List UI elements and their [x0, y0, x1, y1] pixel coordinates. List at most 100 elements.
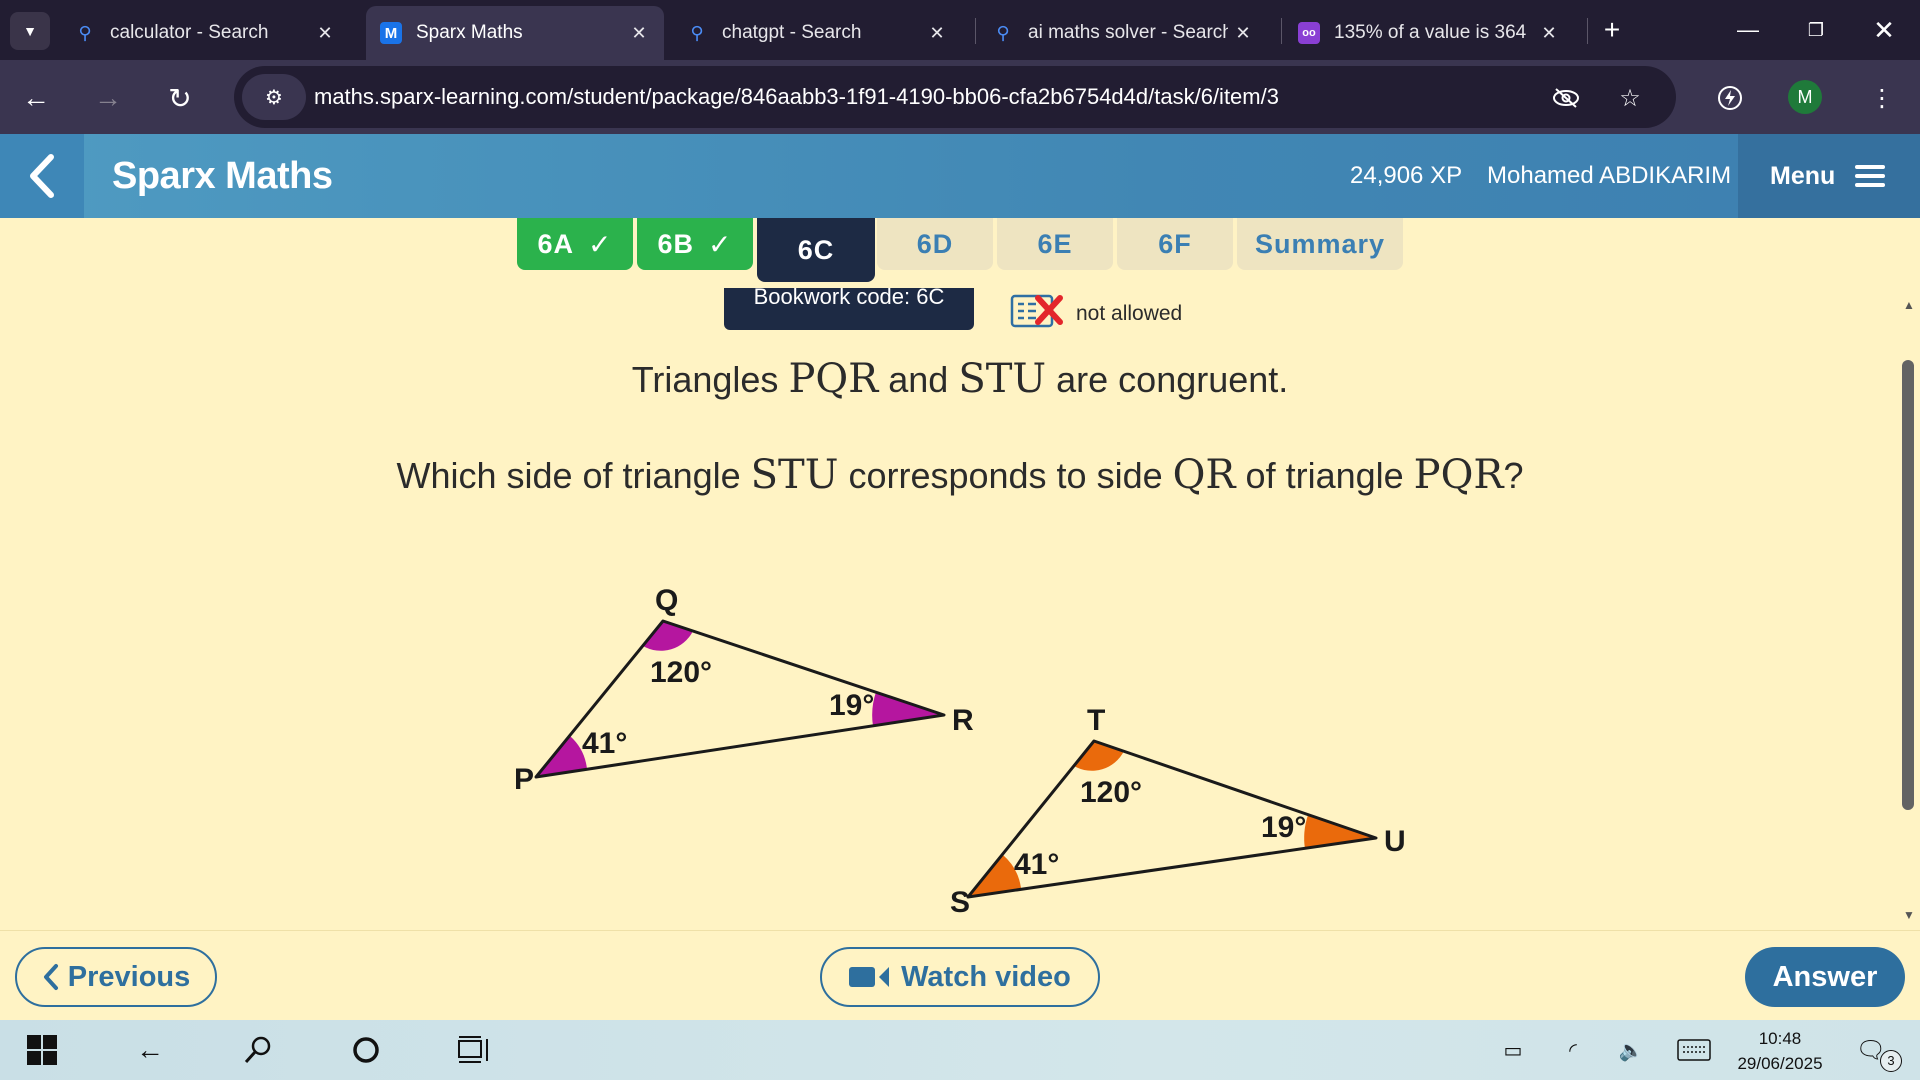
- xp-counter: 24,906 XP: [1350, 162, 1463, 189]
- restore-icon: ❐: [1807, 19, 1825, 40]
- triangle-pqr: P Q R 41° 120° 19°: [514, 584, 974, 796]
- scroll-down-arrow[interactable]: ▼: [1900, 908, 1918, 926]
- close-icon[interactable]: ✕: [1228, 23, 1258, 44]
- angle-label-p: 41°: [582, 727, 627, 760]
- browser-tab-bar: ▼ ⚲ calculator - Search ✕ M Sparx Maths …: [0, 0, 1920, 60]
- watch-video-button[interactable]: Watch video: [820, 947, 1100, 1007]
- task-tab-6e[interactable]: 6E: [997, 218, 1113, 270]
- chevron-left-icon: [30, 154, 54, 198]
- taskbar-clock[interactable]: 10:48 29/06/2025: [1720, 1026, 1840, 1076]
- window-close-button[interactable]: ✕: [1854, 8, 1914, 52]
- new-tab-button[interactable]: +: [1594, 12, 1630, 48]
- angle-label-q: 120°: [650, 656, 712, 689]
- scrollbar-thumb[interactable]: [1902, 360, 1914, 810]
- task-view-button[interactable]: [454, 1030, 494, 1070]
- math-side-qr: QR: [1172, 452, 1236, 498]
- url-text[interactable]: maths.sparx-learning.com/student/package…: [314, 66, 1279, 128]
- vertex-label-p: P: [514, 763, 534, 796]
- arrow-left-icon: ←: [22, 82, 50, 113]
- tab-separator: [975, 18, 976, 44]
- question-statement: Triangles PQR and STU are congruent.: [631, 356, 1289, 402]
- math-triangle-pqr: PQR: [788, 356, 879, 402]
- arrow-right-icon: →: [94, 82, 122, 113]
- close-icon[interactable]: ✕: [310, 23, 340, 44]
- angle-label-t: 120°: [1080, 776, 1142, 809]
- answer-button[interactable]: Answer: [1745, 947, 1905, 1007]
- performance-button[interactable]: [1710, 78, 1750, 118]
- browser-tab-ai-maths-solver[interactable]: ⚲ ai maths solver - Search ✕: [978, 6, 1268, 60]
- close-icon: ✕: [1873, 14, 1895, 45]
- sparx-back-button[interactable]: [0, 134, 84, 218]
- task-tab-6b[interactable]: 6B ✓: [637, 218, 753, 270]
- check-icon: ✓: [708, 228, 733, 260]
- sparx-header: Sparx Maths 24,906 XP Mohamed ABDIKARIM …: [0, 134, 1920, 218]
- cortana-circle-icon: [353, 1037, 379, 1063]
- reload-button[interactable]: ↻: [158, 76, 202, 120]
- volume-icon[interactable]: 🔈: [1616, 1036, 1646, 1064]
- plus-icon: +: [1603, 14, 1621, 45]
- tab-separator: [1587, 18, 1588, 44]
- battery-charging-icon[interactable]: ▭: [1498, 1036, 1528, 1064]
- notification-count-badge: 3: [1880, 1050, 1902, 1072]
- tracking-eye-off-icon[interactable]: [1546, 78, 1586, 118]
- gauth-favicon: oo: [1298, 22, 1320, 44]
- windows-start-button[interactable]: [22, 1030, 62, 1070]
- back-button[interactable]: ←: [14, 76, 58, 120]
- menu-button[interactable]: Menu: [1738, 134, 1920, 218]
- task-tab-6d[interactable]: 6D: [877, 218, 993, 270]
- restore-button[interactable]: ❐: [1786, 8, 1846, 52]
- close-icon[interactable]: ✕: [922, 23, 952, 44]
- address-bar[interactable]: ⚙ maths.sparx-learning.com/student/packa…: [234, 66, 1676, 128]
- windows-taskbar: ← ▭ ◜ 🔈 10:48 29/06/2025 🗨 3: [0, 1020, 1920, 1080]
- wifi-icon[interactable]: ◜: [1558, 1036, 1588, 1064]
- user-name: Mohamed ABDIKARIM: [1487, 162, 1732, 189]
- scroll-up-arrow[interactable]: ▲: [1900, 298, 1918, 316]
- angle-label-u: 19°: [1261, 811, 1306, 844]
- browser-tab-chatgpt[interactable]: ⚲ chatgpt - Search ✕: [672, 6, 962, 60]
- clock-date: 29/06/2025: [1737, 1054, 1823, 1073]
- site-info-button[interactable]: ⚙: [242, 74, 306, 120]
- vertex-label-q: Q: [655, 584, 678, 617]
- bookmark-star-button[interactable]: ☆: [1610, 78, 1650, 118]
- vertex-label-t: T: [1087, 704, 1105, 737]
- forward-button[interactable]: →: [86, 76, 130, 120]
- sparx-favicon: M: [380, 22, 402, 44]
- browser-menu-button[interactable]: ⋮: [1862, 78, 1902, 118]
- check-icon: ✓: [588, 228, 613, 260]
- minimize-button[interactable]: —: [1718, 8, 1778, 52]
- close-icon[interactable]: ✕: [1534, 23, 1564, 44]
- task-tab-summary[interactable]: Summary: [1237, 218, 1403, 270]
- calculator-not-allowed-icon: [1010, 294, 1063, 328]
- previous-button[interactable]: Previous: [15, 947, 217, 1007]
- close-icon[interactable]: ✕: [624, 23, 654, 44]
- task-tab-6c[interactable]: 6C: [757, 218, 875, 282]
- calculator-status: not allowed: [1076, 302, 1183, 325]
- task-view-icon: [458, 1036, 488, 1063]
- menu-label: Menu: [1770, 161, 1836, 190]
- browser-tab-sparx[interactable]: M Sparx Maths ✕: [366, 6, 664, 60]
- browser-tab-percent-question[interactable]: oo 135% of a value is 364 ✕: [1284, 6, 1574, 60]
- browser-toolbar: ← → ↻ ⚙ maths.sparx-learning.com/student…: [0, 60, 1920, 134]
- taskbar-search-button[interactable]: [238, 1030, 278, 1070]
- tab-separator: [1281, 18, 1282, 44]
- chevron-left-icon: [43, 964, 58, 990]
- minimize-icon: —: [1737, 17, 1759, 42]
- profile-avatar[interactable]: M: [1788, 80, 1822, 114]
- browser-tab-calculator[interactable]: ⚲ calculator - Search ✕: [60, 6, 350, 60]
- task-tab-6a[interactable]: 6A ✓: [517, 218, 633, 270]
- keyboard-icon[interactable]: [1676, 1036, 1712, 1064]
- tab-search-dropdown[interactable]: ▼: [10, 12, 50, 50]
- math-triangle-stu: STU: [750, 452, 839, 498]
- math-triangle-pqr: PQR: [1413, 452, 1504, 498]
- question-prompt: Which side of triangle STU corresponds t…: [396, 452, 1524, 498]
- angle-label-s: 41°: [1014, 848, 1059, 881]
- math-triangle-stu: STU: [958, 356, 1047, 402]
- eye-off-icon: [1553, 88, 1579, 108]
- clock-time: 10:48: [1758, 1029, 1802, 1048]
- search-icon: ⚲: [690, 22, 704, 43]
- cortana-button[interactable]: [346, 1030, 386, 1070]
- chevron-down-icon: ▼: [23, 23, 37, 39]
- video-camera-icon: [849, 967, 876, 987]
- task-tab-6f[interactable]: 6F: [1117, 218, 1233, 270]
- taskbar-back-button[interactable]: ←: [130, 1030, 170, 1070]
